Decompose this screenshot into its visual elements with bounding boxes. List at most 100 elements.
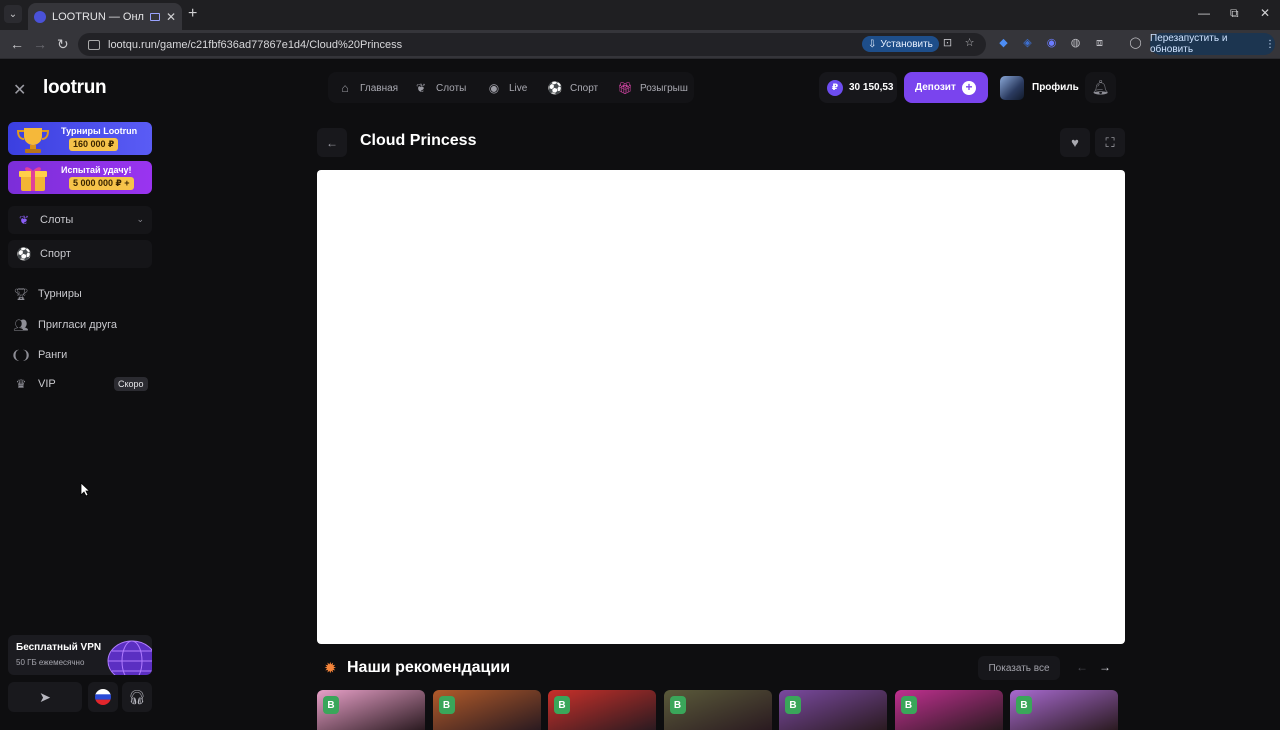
carousel-next-icon[interactable]: → [1099,660,1111,674]
install-app-button[interactable]: ⇩ Установить [862,36,939,52]
deposit-button[interactable]: Депозит + [904,72,988,103]
gift-icon [19,167,47,191]
back-nav-icon[interactable]: ← [10,36,24,52]
nav-draw[interactable]: 🎁︎ Розыгрыш [617,80,687,96]
browser-tab[interactable]: LOOTRUN — Онлайн Каз... ✕ [28,3,182,30]
nav-slots[interactable]: ❦ Слоты [414,80,466,96]
nav-label: Live [509,82,528,94]
tab-title: LOOTRUN — Онлайн Каз... [52,10,144,23]
sidebar-item-ranks[interactable]: ❨❩ Ранги [11,346,68,364]
game-title: Cloud Princess [360,132,477,149]
url-field[interactable]: lootqu.run/game/c21fbf636ad77867e1d4/Clo… [78,33,986,56]
new-tab-button[interactable]: + [188,5,197,23]
game-back-button[interactable]: ← [317,128,347,157]
nav-sport[interactable]: ⚽ Спорт [547,80,599,96]
balance-display[interactable]: ₽ 30 150,53 [819,72,897,103]
sidebar-item-label: Спорт [40,248,71,260]
sidebar-close-icon[interactable]: ✕ [13,80,26,100]
game-card[interactable]: B [432,690,541,730]
site-logo[interactable]: lootrun [43,77,107,99]
plus-icon: + [962,81,976,95]
favorite-button[interactable]: ♥ [1060,128,1090,157]
tab-search-button[interactable]: ⌄ [4,5,22,23]
url-text: lootqu.run/game/c21fbf636ad77867e1d4/Clo… [108,38,403,51]
extension-icon-1[interactable]: ◆ [997,37,1010,50]
game-frame[interactable] [317,170,1125,644]
forward-nav-icon[interactable]: → [33,36,47,52]
card-badge: B [785,696,801,714]
language-button[interactable] [88,682,118,712]
reload-icon[interactable]: ↻ [57,36,69,53]
game-card[interactable]: B [548,690,656,730]
cherry-icon: ❦ [415,81,427,95]
users-icon: 👥︎ [13,318,29,332]
site-info-icon[interactable] [88,39,100,50]
ball-icon: ⚽ [547,81,563,95]
avatar [1000,75,1024,100]
game-card[interactable]: B [1010,690,1118,730]
vpn-title: Бесплатный VPN [16,642,102,653]
promo-tournaments[interactable]: Турниры Lootrun 160 000 ₽ [8,122,152,155]
gift-icon: 🎁︎ [617,81,633,95]
telegram-button[interactable]: ➤ [8,682,82,712]
extension-icon-4[interactable]: ◍ [1069,37,1082,50]
game-card[interactable]: B [779,690,887,730]
sidebar-item-slots[interactable]: ❦ Слоты ⌄ [8,206,152,234]
extensions-puzzle-icon[interactable]: ⧈ [1093,37,1106,50]
nav-live[interactable]: ◉ Live [487,80,528,96]
trophy-outline-icon: 🏆︎ [13,287,29,301]
heart-icon: ♥ [1071,135,1079,150]
sidebar-item-invite[interactable]: 👥︎ Пригласи друга [13,316,117,334]
bookmark-star-icon[interactable]: ☆ [963,37,976,50]
tab-close-icon[interactable]: ✕ [166,10,176,24]
sidebar-item-label: Пригласи друга [38,319,117,331]
fullscreen-button[interactable]: ⛶ [1095,128,1125,157]
home-icon: ⌂ [341,81,349,95]
headphones-icon: 🎧︎ [128,688,146,705]
restart-label: Перезапустить и обновить [1150,33,1228,55]
minimize-icon[interactable]: — [1198,6,1210,20]
window-close-icon[interactable]: ✕ [1260,6,1270,20]
sidebar-item-tournaments[interactable]: 🏆︎ Турниры [13,285,81,303]
sidebar-item-sport[interactable]: ⚽ Спорт [8,240,152,268]
translate-icon[interactable]: ⊡ [941,37,954,50]
tab-media-icon[interactable] [149,12,160,21]
address-bar: ← → ↻ lootqu.run/game/c21fbf636ad77867e1… [0,30,1280,59]
carousel-prev-icon[interactable]: ← [1076,660,1088,674]
telegram-icon: ➤ [39,688,51,705]
nav-home[interactable]: ⌂ Главная [338,80,398,96]
profile-button[interactable]: Профиль [996,72,1080,103]
sidebar-item-label: Ранги [38,349,68,361]
arrow-left-icon: ← [326,135,338,150]
mouse-cursor-icon [80,482,90,497]
sidebar-item-vip[interactable]: ♛ VIP [13,375,56,393]
favicon-icon [34,10,46,23]
support-button[interactable]: 🎧︎ [122,682,152,712]
nav-label: Главная [360,82,399,94]
sidebar-item-label: VIP [38,378,56,390]
promo-amount: 5 000 000 ₽ + [69,177,134,190]
sidebar-item-label: Слоты [40,214,74,226]
crown-icon: ♛ [15,377,27,391]
webcam-icon: ◉ [488,81,500,95]
game-card[interactable]: B [894,690,1003,730]
restart-update-button[interactable]: Перезапустить и обновить ⋮ [1150,33,1275,55]
notifications-button[interactable]: 🔔︎ [1085,72,1116,103]
game-card[interactable]: B [663,690,772,730]
russia-flag-icon [95,689,111,705]
show-all-button[interactable]: Показать все [978,656,1060,680]
card-badge: B [669,696,686,714]
account-icon[interactable]: ◯ [1129,37,1142,50]
bell-icon: 🔔︎ [1091,79,1110,95]
extension-icon-2[interactable]: ◈ [1021,37,1034,50]
deposit-label: Депозит [915,82,956,93]
vpn-banner[interactable]: Бесплатный VPN 50 ГБ ежемесячно [8,635,152,675]
restore-icon[interactable]: ⧉ [1230,6,1239,21]
promo-lucky[interactable]: Испытай удачу! 5 000 000 ₽ + [8,161,152,194]
card-badge: B [438,696,455,714]
star-icon: ✹ [324,660,337,677]
ruble-icon: ₽ [827,79,843,96]
install-icon: ⇩ [868,38,877,50]
game-card[interactable]: B [317,690,425,730]
extension-icon-3[interactable]: ◉ [1045,37,1058,50]
